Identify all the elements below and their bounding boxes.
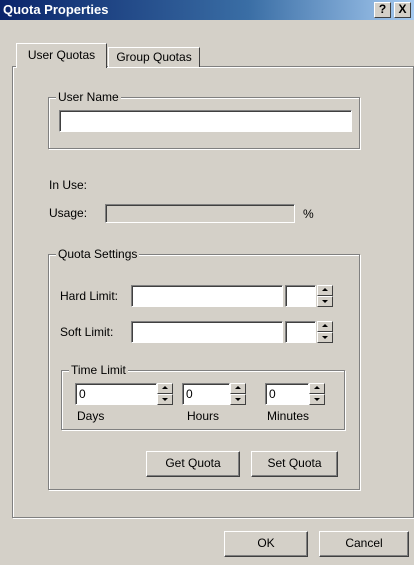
days-spinner[interactable]: [157, 383, 173, 405]
ok-button[interactable]: OK: [224, 531, 308, 557]
spin-down-icon: [162, 398, 168, 401]
usage-label: Usage:: [49, 206, 88, 220]
spin-down-icon: [235, 398, 241, 401]
quota-properties-dialog: Quota Properties ? X User Quotas Group Q…: [0, 0, 414, 565]
minutes-label: Minutes: [267, 409, 310, 423]
spin-down-icon: [322, 300, 328, 303]
soft-limit-spin-up-button[interactable]: [317, 321, 333, 332]
get-quota-button[interactable]: Get Quota: [146, 451, 240, 477]
help-icon: ?: [378, 2, 387, 16]
days-spin-up-button[interactable]: [157, 383, 173, 394]
minutes-input[interactable]: [265, 383, 309, 405]
days-label: Days: [77, 409, 105, 423]
get-quota-label: Get Quota: [165, 456, 221, 470]
soft-limit-input[interactable]: [131, 321, 283, 343]
hours-spinner[interactable]: [230, 383, 246, 405]
spin-up-icon: [322, 288, 328, 291]
days-input[interactable]: [75, 383, 157, 405]
hard-limit-spin-up-button[interactable]: [317, 285, 333, 296]
usage-percent-label: %: [303, 207, 314, 221]
user-name-input[interactable]: [59, 110, 352, 132]
set-quota-button[interactable]: Set Quota: [251, 451, 338, 477]
minutes-spin-down-button[interactable]: [309, 394, 325, 405]
tab-user-quotas-label: User Quotas: [27, 48, 96, 62]
spin-down-icon: [322, 336, 328, 339]
help-button[interactable]: ?: [374, 2, 391, 18]
minutes-spin-up-button[interactable]: [309, 383, 325, 394]
cancel-label: Cancel: [345, 536, 383, 550]
window-title: Quota Properties: [3, 2, 109, 17]
hard-limit-spin-down-button[interactable]: [317, 296, 333, 307]
hours-spin-up-button[interactable]: [230, 383, 246, 394]
cancel-button[interactable]: Cancel: [319, 531, 409, 557]
hours-input[interactable]: [182, 383, 230, 405]
hard-limit-label: Hard Limit:: [60, 289, 119, 303]
hard-limit-spinner[interactable]: [317, 285, 333, 307]
spin-up-icon: [322, 324, 328, 327]
spin-down-icon: [314, 398, 320, 401]
soft-limit-label: Soft Limit:: [60, 325, 114, 339]
title-bar[interactable]: Quota Properties ? X: [0, 0, 414, 20]
set-quota-label: Set Quota: [267, 456, 322, 470]
in-use-label: In Use:: [49, 178, 88, 192]
close-icon: X: [398, 2, 407, 16]
soft-limit-spinner[interactable]: [317, 321, 333, 343]
days-spin-down-button[interactable]: [157, 394, 173, 405]
soft-limit-unit-field[interactable]: [285, 321, 316, 343]
spin-up-icon: [162, 386, 168, 389]
soft-limit-spin-down-button[interactable]: [317, 332, 333, 343]
hours-label: Hours: [187, 409, 220, 423]
usage-field: [105, 204, 295, 223]
minutes-spinner[interactable]: [309, 383, 325, 405]
ok-label: OK: [257, 536, 275, 550]
spin-up-icon: [235, 386, 241, 389]
time-limit-group-title: Time Limit: [69, 363, 128, 377]
spin-up-icon: [314, 386, 320, 389]
hard-limit-unit-field[interactable]: [285, 285, 316, 307]
tab-group-quotas-label: Group Quotas: [116, 50, 192, 64]
close-button[interactable]: X: [394, 2, 411, 18]
tab-group-quotas[interactable]: Group Quotas: [108, 47, 200, 67]
quota-settings-group-title: Quota Settings: [56, 247, 140, 261]
user-name-group-title: User Name: [56, 90, 121, 104]
hours-spin-down-button[interactable]: [230, 394, 246, 405]
hard-limit-input[interactable]: [131, 285, 283, 307]
tab-user-quotas[interactable]: User Quotas: [16, 43, 107, 68]
